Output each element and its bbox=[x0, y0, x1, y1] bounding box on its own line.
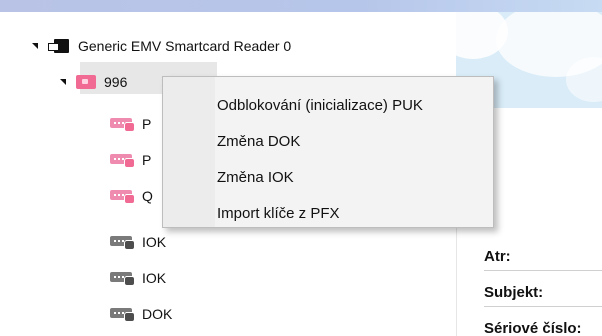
pin-label: P bbox=[142, 152, 152, 168]
tree-item-pin-iok-1[interactable]: IOK bbox=[110, 224, 166, 260]
menu-item-import-pfx[interactable]: Import klíče z PFX bbox=[217, 195, 487, 231]
pin-icon bbox=[110, 116, 136, 132]
menu-item-unblock-puk[interactable]: Odblokování (inicializace) PUK bbox=[217, 87, 487, 123]
smartcard-icon bbox=[76, 75, 96, 89]
atr-label: Atr: bbox=[484, 247, 511, 265]
app-window: Generic EMV Smartcard Reader 0 996 P P Q… bbox=[0, 0, 602, 336]
pin-icon bbox=[110, 234, 136, 250]
pin-label: IOK bbox=[142, 234, 167, 250]
expand-toggle-icon[interactable] bbox=[32, 43, 38, 49]
context-menu-gutter bbox=[163, 77, 215, 227]
card-reader-icon bbox=[48, 37, 70, 55]
tree-item-card[interactable]: 996 bbox=[60, 64, 127, 100]
pin-icon bbox=[110, 270, 136, 286]
serial-number-label: Sériové číslo: bbox=[484, 319, 582, 336]
tree-item-pin-2[interactable]: P bbox=[110, 142, 151, 178]
details-panel: Atr: Subjekt: Sériové číslo: bbox=[484, 236, 602, 336]
pin-icon bbox=[110, 188, 136, 204]
tree-item-pin-3[interactable]: Q bbox=[110, 178, 153, 214]
context-menu: Odblokování (inicializace) PUK Změna DOK… bbox=[162, 76, 494, 228]
expand-toggle-icon[interactable] bbox=[60, 79, 66, 85]
pin-label: Q bbox=[142, 188, 153, 204]
subject-label: Subjekt: bbox=[484, 283, 544, 301]
details-separator bbox=[484, 270, 602, 271]
menu-item-change-iok[interactable]: Změna IOK bbox=[217, 159, 487, 195]
tree-item-pin-1[interactable]: P bbox=[110, 106, 151, 142]
tree-item-pin-dok[interactable]: DOK bbox=[110, 296, 172, 332]
menu-item-change-dok[interactable]: Změna DOK bbox=[217, 123, 487, 159]
top-window-strip bbox=[0, 0, 602, 12]
pin-icon bbox=[110, 152, 136, 168]
pin-label: IOK bbox=[142, 270, 167, 286]
pin-label: DOK bbox=[142, 306, 173, 322]
tree-item-reader[interactable]: Generic EMV Smartcard Reader 0 bbox=[32, 28, 291, 64]
reader-label: Generic EMV Smartcard Reader 0 bbox=[78, 38, 292, 54]
card-label: 996 bbox=[104, 74, 128, 90]
pin-icon bbox=[110, 306, 136, 322]
tree-item-pin-iok-2[interactable]: IOK bbox=[110, 260, 166, 296]
pin-label: P bbox=[142, 116, 152, 132]
details-separator bbox=[484, 306, 602, 307]
